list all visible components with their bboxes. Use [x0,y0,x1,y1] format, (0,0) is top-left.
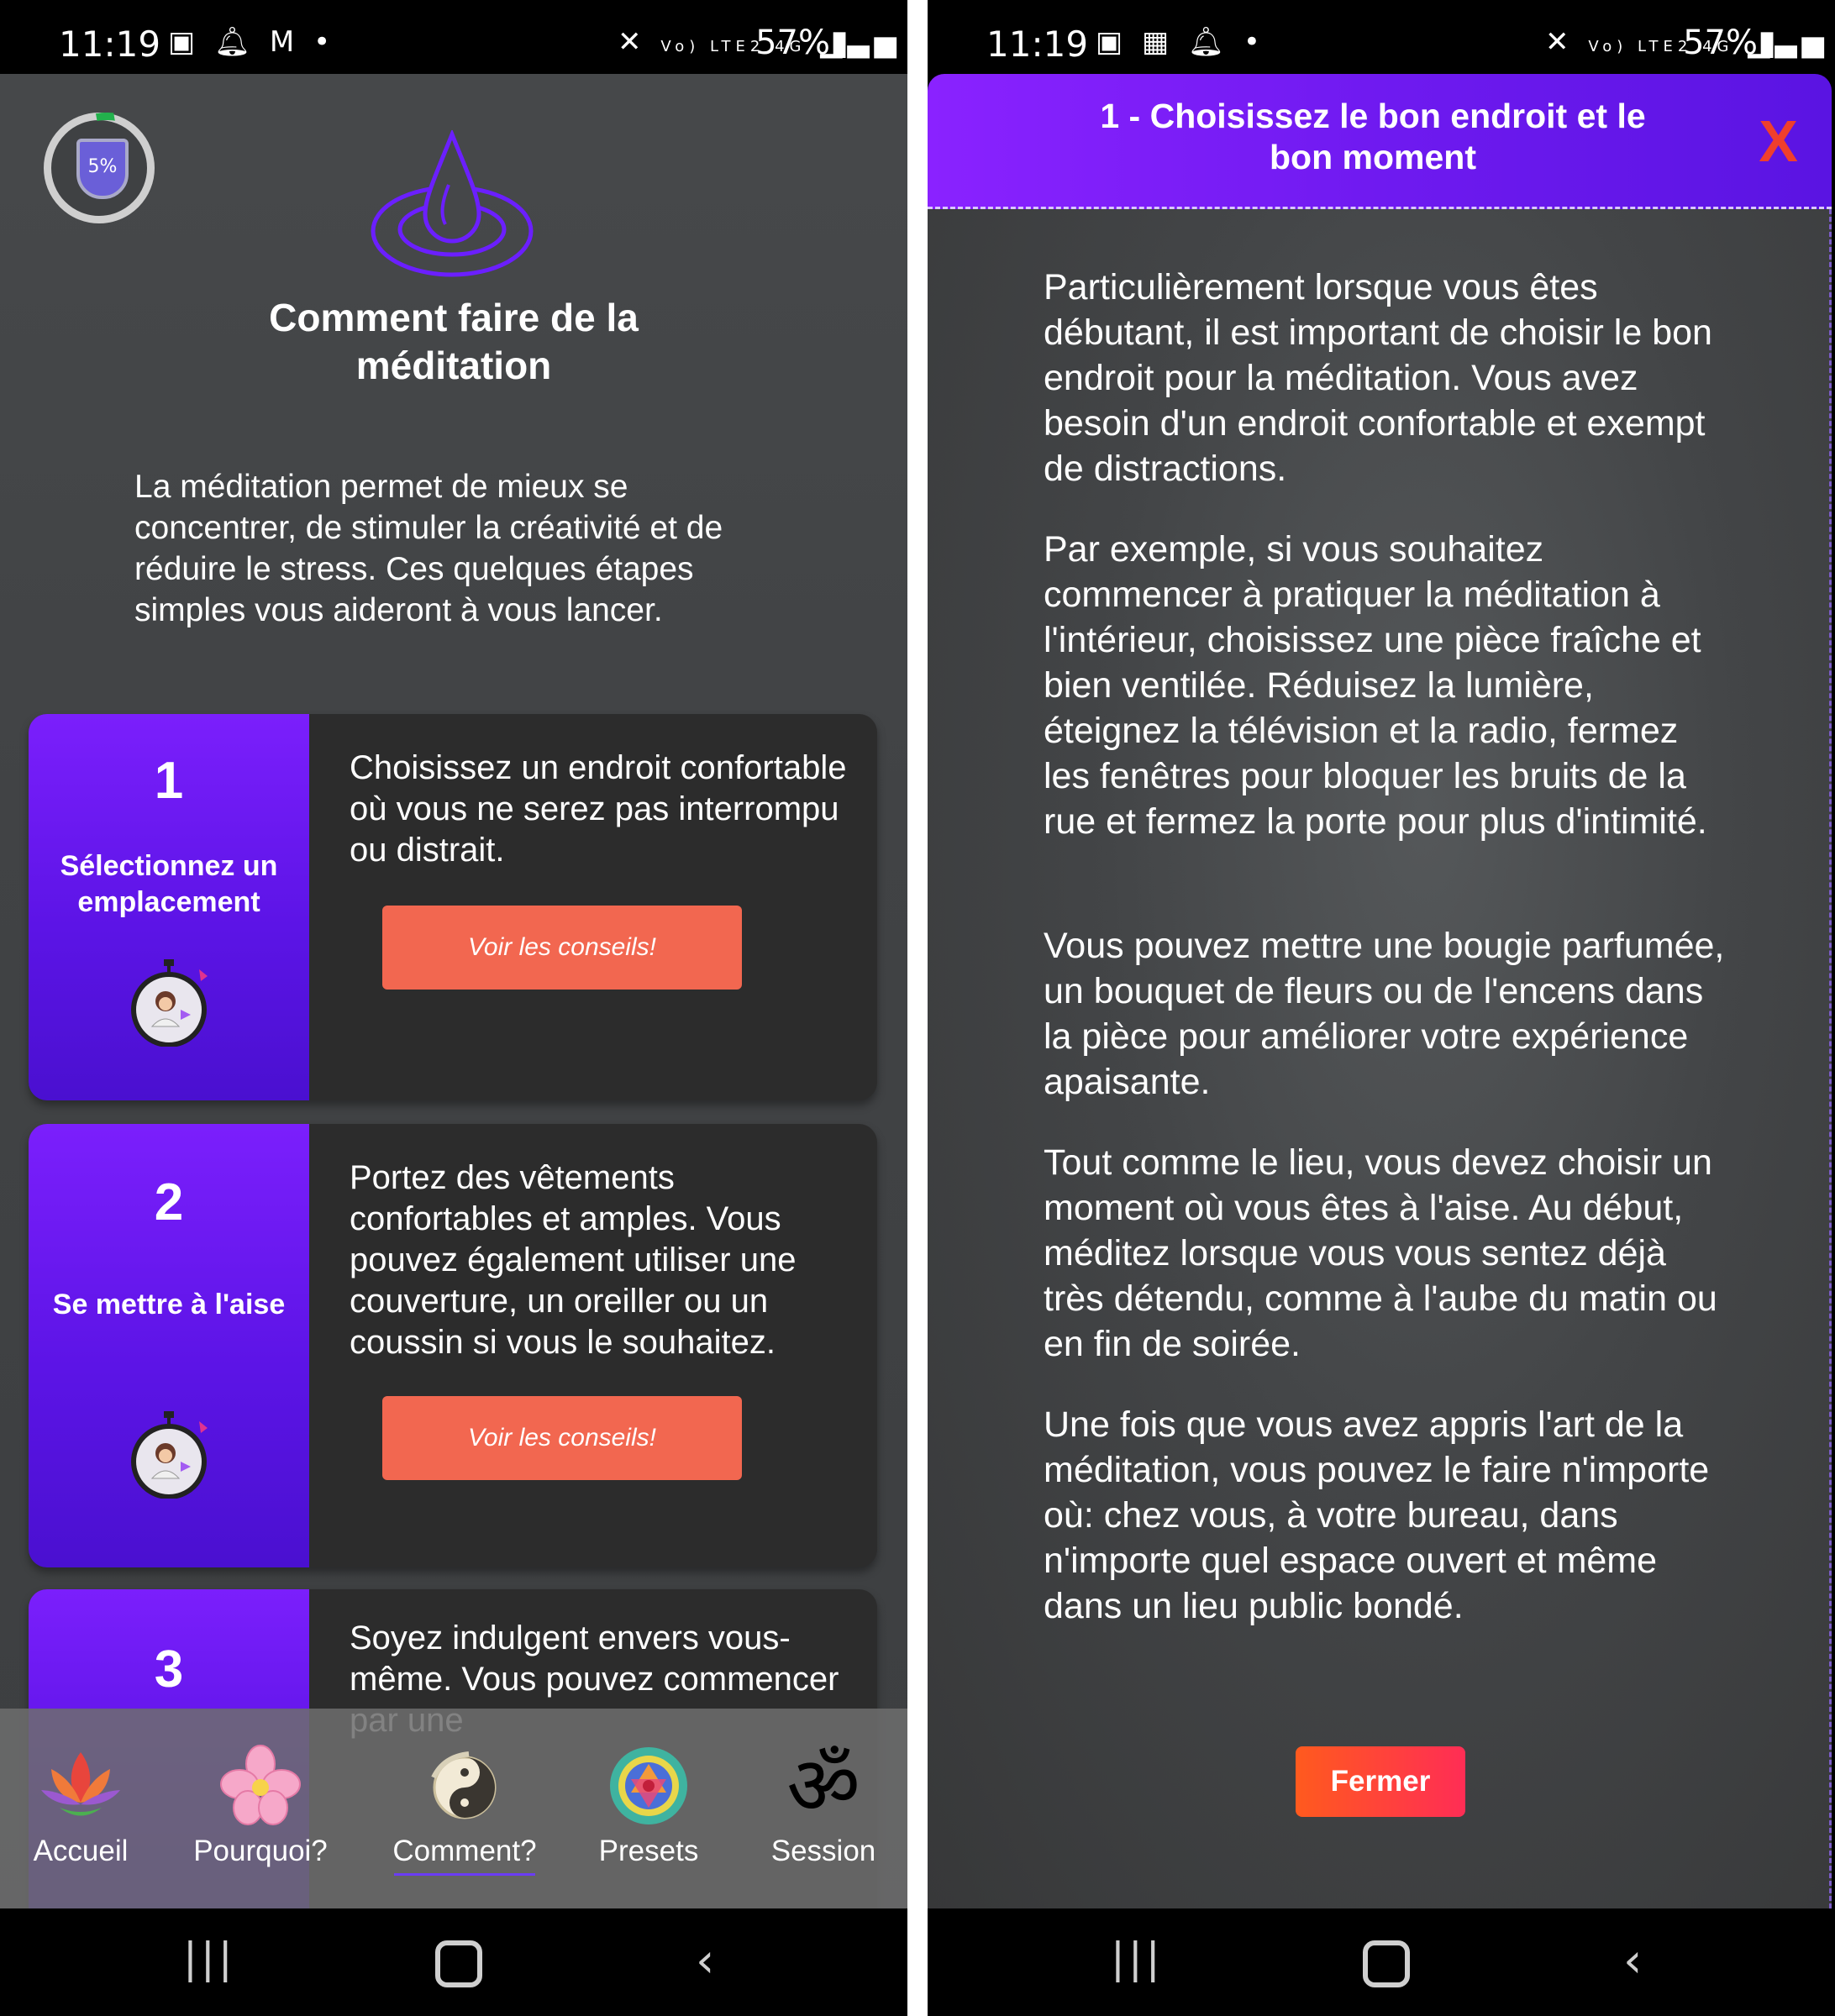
shield-icon: 5% [76,139,129,199]
recent-apps-icon[interactable]: ||| [183,1934,236,1982]
tab-accueil[interactable]: Accueil [0,1709,165,1908]
step-number: 3 [154,1641,184,1698]
system-nav-bar: ||| ‹ [0,1908,907,2016]
status-bar: 11:19 ▣ ▦ 🔔︎ • ✕ Vo) LTE2 4G ▁▃▅ 57%▮ [928,0,1835,74]
tab-session[interactable]: ॐ Session [739,1709,907,1908]
page-title: Comment faire de la méditation [269,296,639,387]
mail-icon: M [269,25,300,59]
step-number: 2 [154,1173,184,1231]
tab-label: Presets [598,1835,699,1867]
tip-paragraph: Vous pouvez mettre une bougie parfumée, … [1044,926,1725,1102]
calendar-icon: ▦ [1141,25,1175,59]
view-tips-button[interactable]: Voir les conseils! [382,906,742,990]
close-button[interactable]: Fermer [1296,1746,1465,1817]
tab-label: Session [770,1835,876,1867]
yin-yang-icon [431,1751,497,1819]
modal-header: 1 - Choisissez le bon endroit et le bon … [928,74,1832,209]
home-icon[interactable] [435,1940,482,1987]
step-card-2: 2 Se mettre à l'aise Portez des vêtement… [29,1124,877,1567]
tab-pourquoi[interactable]: Pourquoi? [176,1709,344,1908]
back-icon[interactable]: ‹ [696,1934,714,1988]
progress-badge[interactable]: 5% [44,113,155,223]
lotus-icon [41,1752,120,1816]
view-tips-button[interactable]: Voir les conseils! [382,1396,742,1480]
active-tab-indicator [394,1873,535,1876]
tab-presets[interactable]: Presets [565,1709,733,1908]
step-card-1: 1 Sélectionnez un emplacement Choisissez… [29,714,877,1100]
home-icon[interactable] [1363,1940,1410,1987]
mandala-icon [610,1747,687,1824]
step-label: Se mettre à l'aise [52,1289,286,1320]
tab-comment[interactable]: Comment? [381,1709,549,1908]
progress-value: 5% [87,156,118,177]
right-screen: 11:19 ▣ ▦ 🔔︎ • ✕ Vo) LTE2 4G ▁▃▅ 57%▮ 1 … [928,0,1835,2016]
mute-icon: ✕ [1545,25,1575,59]
battery-level: 57%▮ [755,24,849,62]
tip-paragraph: Une fois que vous avez appris l'art de l… [1044,1404,1710,1626]
tab-label: Comment? [392,1835,537,1867]
step-sidebar: 1 Sélectionnez un emplacement [29,714,309,1100]
om-icon: ॐ [786,1739,860,1833]
image-icon: ▣ [168,25,201,59]
modal-title: 1 - Choisissez le bon endroit et le bon … [1100,97,1646,176]
flower-icon [220,1745,301,1825]
modal-body: Particulièrement lorsque vous êtes début… [928,209,1832,1908]
step-sidebar: 2 Se mettre à l'aise [29,1124,309,1567]
step-label: Sélectionnez un emplacement [60,850,278,918]
back-icon[interactable]: ‹ [1623,1934,1642,1988]
tip-paragraph: Par exemple, si vous souhaitez commencer… [1044,529,1707,842]
status-time: 11:19 [986,24,1089,65]
tip-paragraph: Tout comme le lieu, vous devez choisir u… [1044,1142,1717,1364]
battery-level: 57%▮ [1683,24,1776,62]
bell-icon: 🔔︎ [1187,25,1230,59]
image-icon: ▣ [1096,25,1128,59]
status-bar: 11:19 ▣ 🔔︎ M • ✕ Vo) LTE2 4G ▁▃▅ 57%▮ [0,0,907,74]
system-nav-bar: ||| ‹ [928,1908,1835,2016]
dot-icon: • [313,25,336,59]
notification-icons: ▣ ▦ 🔔︎ • [1096,25,1265,59]
meditation-timer-icon [131,1411,208,1499]
mute-icon: ✕ [618,25,647,59]
step-number: 1 [154,752,184,810]
meditation-timer-icon [131,959,208,1047]
bottom-tab-bar: Accueil Pourquoi? Comment? Presets ॐ Ses… [0,1709,907,1908]
dot-icon: • [1243,25,1265,59]
notification-icons: ▣ 🔔︎ M • [168,25,335,59]
recent-apps-icon[interactable]: ||| [1111,1934,1164,1982]
bell-icon: 🔔︎ [213,25,256,59]
tab-label: Accueil [33,1835,129,1867]
step-description: Portez des vêtements confortables et amp… [350,1159,797,1361]
intro-text: La méditation permet de mieux se concent… [134,469,723,628]
step-description: Choisissez un endroit confortable où vou… [350,749,847,869]
water-drop-icon [371,130,534,277]
tip-paragraph: Particulièrement lorsque vous êtes début… [1044,267,1712,489]
close-icon[interactable]: X [1759,108,1798,175]
tab-label: Pourquoi? [193,1835,328,1867]
status-time: 11:19 [59,24,161,65]
left-screen: 11:19 ▣ 🔔︎ M • ✕ Vo) LTE2 4G ▁▃▅ 57%▮ 5%… [0,0,907,2016]
